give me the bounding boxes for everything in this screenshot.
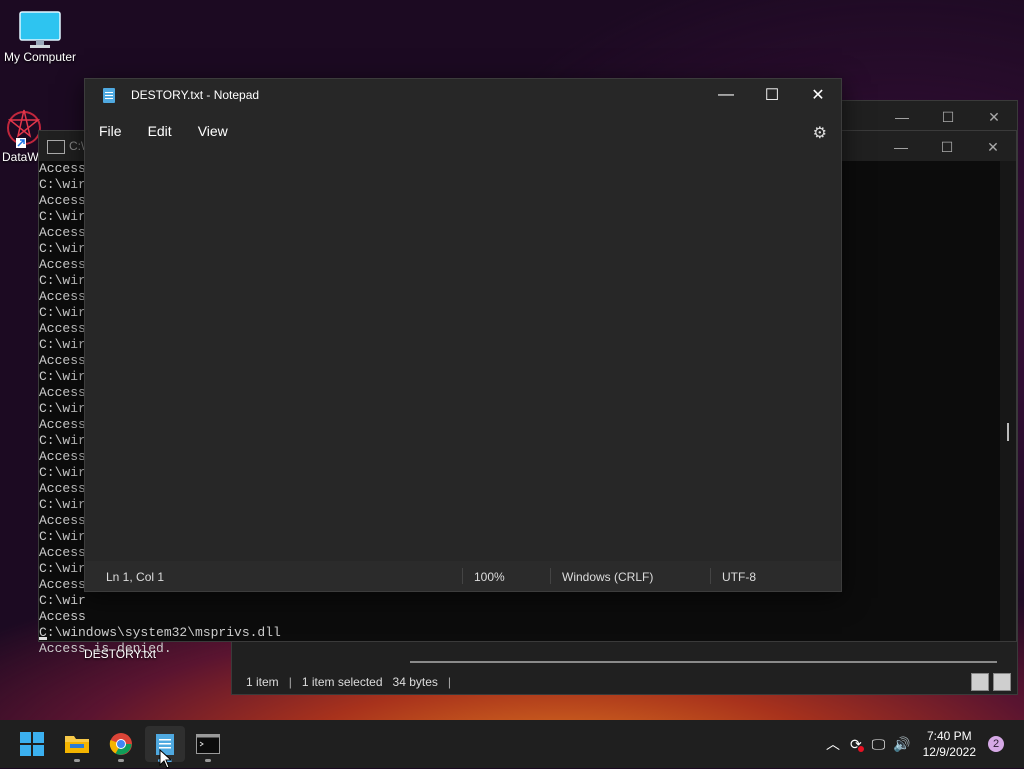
- clock-time: 7:40 PM: [926, 729, 972, 743]
- tiles-view-icon[interactable]: [993, 673, 1011, 691]
- scrollbar-thumb[interactable]: [1007, 423, 1009, 441]
- network-icon[interactable]: 🖵: [872, 736, 886, 753]
- folder-icon: [65, 736, 89, 753]
- maximize-icon[interactable]: ☐: [749, 79, 795, 111]
- notepad-title: DESTORY.txt - Notepad: [131, 88, 260, 102]
- notification-badge[interactable]: 2: [988, 736, 1004, 752]
- view-toggle: [971, 673, 1011, 691]
- notepad-window[interactable]: DESTORY.txt - Notepad — ☐ ✕ File Edit Vi…: [84, 78, 842, 592]
- taskbar-file-explorer[interactable]: [57, 726, 97, 762]
- cmd-cursor: [39, 637, 47, 640]
- maximize-icon[interactable]: ☐: [925, 101, 971, 133]
- status-selected: 1 item selected: [301, 675, 383, 689]
- running-indicator: [205, 759, 211, 762]
- explorer-window-controls: — ☐ ✕: [879, 101, 1017, 133]
- start-button[interactable]: [12, 726, 52, 762]
- chevron-up-icon[interactable]: ︿: [826, 734, 840, 754]
- desktop-icon-my-computer[interactable]: My Computer: [2, 10, 78, 64]
- explorer-status-bar: 1 item | 1 item selected 34 bytes |: [232, 670, 1017, 694]
- windows-logo-icon: [20, 732, 44, 756]
- notepad-icon: [103, 87, 115, 103]
- mouse-cursor-icon: [159, 749, 173, 769]
- menu-edit[interactable]: Edit: [135, 123, 185, 139]
- running-indicator: [118, 759, 124, 762]
- monitor-icon: [19, 11, 61, 48]
- minimize-icon[interactable]: —: [879, 101, 925, 133]
- running-indicator: [74, 759, 80, 762]
- encoding: UTF-8: [722, 570, 756, 584]
- cmd-scrollbar[interactable]: [1000, 161, 1016, 641]
- zoom-level: 100%: [474, 570, 505, 584]
- close-icon[interactable]: ✕: [971, 101, 1017, 133]
- close-icon[interactable]: ✕: [795, 79, 841, 111]
- menu-file[interactable]: File: [86, 123, 135, 139]
- cmd-icon: [47, 140, 65, 154]
- notepad-status-bar: Ln 1, Col 1 100% Windows (CRLF) UTF-8: [85, 561, 841, 591]
- volume-icon[interactable]: 🔊: [893, 736, 910, 753]
- clock-date: 12/9/2022: [922, 745, 976, 759]
- cursor-position: Ln 1, Col 1: [106, 570, 165, 584]
- notepad-menubar: File Edit View: [85, 117, 841, 145]
- dataw-icon: [7, 109, 41, 148]
- status-size: 34 bytes: [392, 675, 438, 689]
- minimize-icon[interactable]: —: [703, 79, 749, 111]
- status-separator: |: [447, 675, 452, 689]
- sync-alert-icon[interactable]: ⟳: [850, 736, 864, 753]
- taskbar-chrome[interactable]: [101, 726, 141, 762]
- details-view-icon[interactable]: [971, 673, 989, 691]
- line-ending: Windows (CRLF): [562, 570, 654, 584]
- minimize-icon[interactable]: —: [878, 131, 924, 163]
- status-separator: |: [288, 675, 292, 689]
- close-icon[interactable]: ✕: [970, 131, 1016, 163]
- cmd-window-controls: — ☐ ✕: [878, 131, 1016, 163]
- menu-view[interactable]: View: [185, 123, 241, 139]
- settings-gear-icon[interactable]: ⚙: [813, 123, 827, 143]
- desktop-file-label[interactable]: DESTORY.txt: [84, 647, 156, 661]
- notepad-window-controls: — ☐ ✕: [703, 79, 841, 111]
- notepad-titlebar[interactable]: DESTORY.txt - Notepad — ☐ ✕: [85, 79, 841, 111]
- clock[interactable]: 7:40 PM 12/9/2022: [923, 728, 976, 760]
- terminal-icon: [196, 734, 220, 754]
- taskbar: ︿ ⟳ 🖵 🔊 7:40 PM 12/9/2022 2: [0, 720, 1024, 769]
- cmd-title: C:\: [69, 139, 85, 153]
- chrome-icon: [109, 733, 132, 755]
- taskbar-terminal[interactable]: [188, 726, 228, 762]
- desktop-icon-label: My Computer: [3, 50, 77, 64]
- maximize-icon[interactable]: ☐: [924, 131, 970, 163]
- explorer-divider: [410, 661, 997, 663]
- system-tray: ︿ ⟳ 🖵 🔊 7:40 PM 12/9/2022 2: [826, 720, 1024, 768]
- notepad-text-area[interactable]: [85, 151, 841, 559]
- status-item-count: 1 item: [246, 675, 279, 689]
